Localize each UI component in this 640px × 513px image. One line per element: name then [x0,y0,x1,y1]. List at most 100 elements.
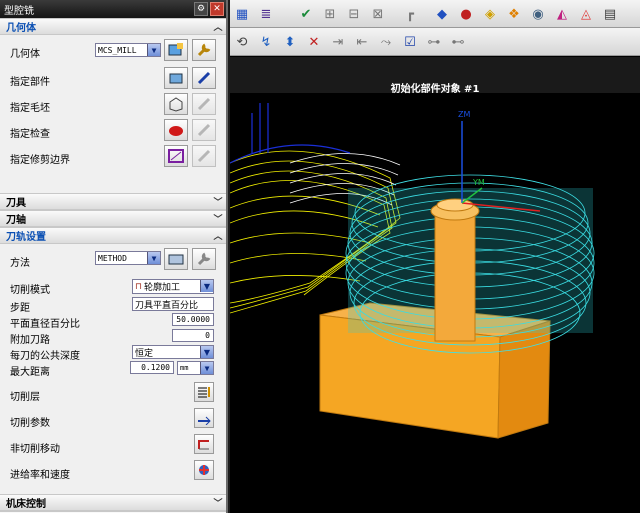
section-geometry[interactable]: 几何体 ︿ [0,18,226,35]
operation-dialog: 型腔铣 ⚙ ✕ 几何体 ︿ 几何体 MCS_MILL ▼ 指定部件 指定毛坯 指… [0,0,228,513]
chevron-down-icon: ▼ [147,252,160,264]
noncut-moves-button[interactable] [194,434,214,454]
ym-axis-label: YM [472,178,485,187]
tool-b-icon[interactable]: ⊞ [320,4,340,24]
texture-icon[interactable]: ❖ [504,4,524,24]
op-b-icon[interactable]: ↯ [256,32,276,52]
chevron-up-icon[interactable]: ︿ [210,229,226,242]
op-g-icon[interactable]: ⤳ [376,32,396,52]
stepover-label: 步距 [10,303,30,314]
section-path-settings[interactable]: 刀轨设置 ︿ [0,227,226,244]
gear-icon[interactable]: ⚙ [194,2,208,16]
op-c-icon[interactable]: ⬍ [280,32,300,52]
max-distance-input[interactable]: 0.1200 [130,361,174,374]
new-geometry-icon [168,43,183,56]
percent-label: 平面直径百分比 [10,319,80,330]
wrench-icon [197,252,211,266]
section-path-settings-title: 刀轨设置 [6,232,46,243]
display-part-button[interactable] [192,67,216,89]
chevron-down-icon[interactable]: ﹀ [210,195,226,208]
method-select[interactable]: METHOD ▼ [95,251,161,265]
section-machine-control[interactable]: 机床控制 ﹀ [0,494,226,511]
stepover-select[interactable]: 刀具平直百分比 [132,297,214,311]
geometry-select[interactable]: MCS_MILL ▼ [95,43,161,57]
max-distance-unit-select[interactable]: mm ▼ [177,361,214,375]
section-axis[interactable]: 刀轴 ﹀ [0,210,226,227]
wireframe-icon[interactable]: ◬ [576,4,596,24]
dialog-title: 型腔铣 [4,5,34,17]
new-method-button[interactable] [164,248,188,270]
model-scene[interactable]: ZM YM [230,93,640,513]
chevron-down-icon: ▼ [200,280,213,292]
tool-a-icon[interactable]: ✔ [296,4,316,24]
noncut-moves-label: 非切削移动 [10,444,60,455]
section-geometry-title: 几何体 [6,23,36,34]
feeds-speeds-label: 进给率和速度 [10,470,70,481]
display-icon [197,71,211,85]
visualize-icon[interactable]: ▤ [600,4,620,24]
noncut-moves-icon [198,440,209,450]
layer-icon[interactable]: ≣ [256,4,276,24]
percent-input[interactable]: 50.0000 [172,313,214,326]
material-icon[interactable]: ◈ [480,4,500,24]
display-check-button[interactable] [192,119,216,141]
shade-icon[interactable]: ◆ [432,4,452,24]
section-tool[interactable]: 刀具 ﹀ [0,193,226,210]
common-depth-label: 每刀的公共深度 [10,351,80,362]
chevron-down-icon: ▼ [147,44,160,56]
display-icon [197,97,211,111]
extra-paths-input[interactable]: 0 [172,329,214,342]
common-depth-select[interactable]: 恒定 ▼ [132,345,214,359]
tool-d-icon[interactable]: ⊠ [368,4,388,24]
new-geometry-button[interactable] [164,39,188,61]
tool-e-icon[interactable]: ┏ [400,4,420,24]
color-icon[interactable]: ◭ [552,4,572,24]
op-i-icon[interactable]: ⊶ [424,32,444,52]
section-machine-control-title: 机床控制 [6,499,46,510]
cut-levels-label: 切削层 [10,392,40,403]
display-trim-button[interactable] [192,145,216,167]
geometry-label: 几何体 [10,49,40,60]
render-icon[interactable]: ● [456,4,476,24]
chevron-down-icon[interactable]: ﹀ [210,496,226,509]
specify-part-button[interactable] [164,67,188,89]
view-icon[interactable]: ▦ [232,4,252,24]
cut-pattern-value: 轮廓加工 [144,283,181,293]
cut-pattern-select[interactable]: ⊓ 轮廓加工 ▼ [132,279,214,294]
feeds-speeds-button[interactable] [194,460,214,480]
method-select-value: METHOD [98,253,127,263]
specify-check-button[interactable] [164,119,188,141]
specify-blank-label: 指定毛坯 [10,103,50,114]
display-blank-button[interactable] [192,93,216,115]
wrench-icon [197,43,211,57]
specify-part-label: 指定部件 [10,77,50,88]
cut-levels-button[interactable] [194,382,214,402]
cut-params-button[interactable] [194,408,214,428]
op-e-icon[interactable]: ⇥ [328,32,348,52]
op-f-icon[interactable]: ⇤ [352,32,372,52]
chevron-up-icon[interactable]: ︿ [210,20,226,33]
edit-geometry-button[interactable] [192,39,216,61]
chevron-down-icon: ▼ [200,346,213,358]
edit-method-button[interactable] [192,248,216,270]
blank-icon [169,97,183,112]
check-geometry-icon [169,126,183,136]
specify-blank-button[interactable] [164,93,188,115]
profile-icon: ⊓ [135,281,143,292]
display-icon [197,149,211,163]
op-d-icon[interactable]: ✕ [304,32,324,52]
op-a-icon[interactable]: ⟲ [232,32,252,52]
specify-trim-button[interactable] [164,145,188,167]
graphics-viewport[interactable]: ▦ ≣ ✔ ⊞ ⊟ ⊠ ┏ ◆ ● ◈ ❖ ◉ ◭ ◬ ▤ ⟲ ↯ ⬍ ✕ ⇥ … [230,0,640,513]
feeds-speeds-icon [199,465,209,475]
op-h-icon[interactable]: ☑ [400,32,420,52]
close-icon[interactable]: ✕ [210,2,224,16]
op-j-icon[interactable]: ⊷ [448,32,468,52]
lighting-icon[interactable]: ◉ [528,4,548,24]
tool-c-icon[interactable]: ⊟ [344,4,364,24]
cut-params-icon [198,416,211,425]
specify-trim-label: 指定修剪边界 [10,155,70,166]
chevron-down-icon[interactable]: ﹀ [210,212,226,225]
center-boss [430,198,480,342]
max-distance-unit: mm [180,364,189,372]
